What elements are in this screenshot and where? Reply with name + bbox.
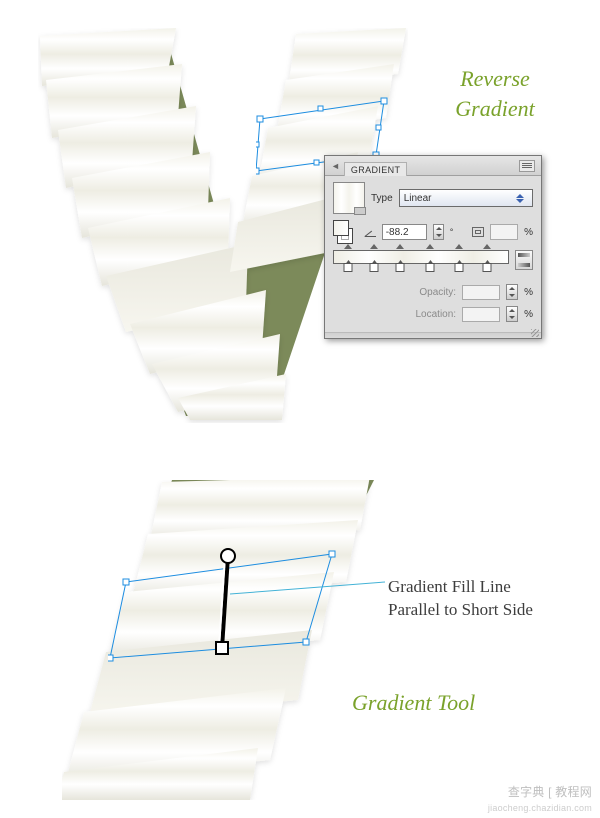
location-input[interactable]: [462, 307, 500, 322]
opacity-pct: %: [524, 287, 533, 298]
type-value: Linear: [404, 193, 432, 204]
title-line1: Reverse: [460, 66, 530, 91]
gradient-ramp[interactable]: [333, 250, 509, 264]
gradient-panel: ◄ GRADIENT Type Linear: [324, 155, 542, 339]
angle-input[interactable]: -88.2: [382, 224, 428, 240]
title-line2: Gradient: [455, 96, 534, 121]
aspect-ratio-icon: [472, 227, 484, 237]
aspect-pct: %: [524, 227, 533, 238]
gradient-color-stop[interactable]: [483, 263, 492, 272]
gradient-tab[interactable]: GRADIENT: [344, 162, 407, 176]
angle-icon: [365, 227, 375, 237]
gradient-tool-label: Gradient Tool: [352, 690, 475, 716]
caption-line1: Gradient Fill Line: [388, 577, 511, 596]
watermark: 查字典 [ 教程网 jiaocheng.chazidian.com: [488, 785, 592, 814]
gradient-stop-midpoint[interactable]: [370, 244, 378, 250]
location-pct: %: [524, 309, 533, 320]
panel-menu-button[interactable]: [519, 160, 535, 172]
watermark-line1: 查字典 [ 教程网: [508, 785, 592, 799]
opacity-stepper[interactable]: [506, 284, 518, 300]
location-label: Location:: [416, 309, 457, 320]
aspect-input[interactable]: [490, 224, 518, 240]
opacity-input[interactable]: [462, 285, 500, 300]
gradient-color-stop[interactable]: [455, 263, 464, 272]
gradient-color-stop[interactable]: [396, 263, 405, 272]
gradient-color-stop[interactable]: [370, 263, 379, 272]
degree-symbol: °: [450, 227, 454, 237]
gradient-stop-midpoint[interactable]: [426, 244, 434, 250]
reverse-gradient-button[interactable]: [515, 250, 533, 270]
reverse-gradient-label: Reverse Gradient: [415, 64, 575, 123]
fill-line-caption: Gradient Fill Line Parallel to Short Sid…: [388, 576, 533, 622]
gradient-color-stop[interactable]: [343, 263, 352, 272]
gradient-stop-midpoint[interactable]: [344, 244, 352, 250]
gradient-type-select[interactable]: Linear: [399, 189, 533, 207]
fill-stroke-toggle[interactable]: [333, 220, 353, 244]
caption-line2: Parallel to Short Side: [388, 600, 533, 619]
type-label: Type: [371, 193, 393, 204]
gradient-stop-midpoint[interactable]: [396, 244, 404, 250]
watermark-line2: jiaocheng.chazidian.com: [488, 803, 592, 813]
gradient-color-stop[interactable]: [425, 263, 434, 272]
opacity-label: Opacity:: [419, 287, 456, 298]
gradient-stop-midpoint[interactable]: [483, 244, 491, 250]
gradient-swatch-preview[interactable]: [333, 182, 365, 214]
panel-header: ◄ GRADIENT: [325, 156, 541, 176]
gradient-stop-midpoint[interactable]: [455, 244, 463, 250]
location-stepper[interactable]: [506, 306, 518, 322]
angle-stepper[interactable]: [433, 224, 444, 240]
gradient-annotator[interactable]: [210, 548, 250, 658]
